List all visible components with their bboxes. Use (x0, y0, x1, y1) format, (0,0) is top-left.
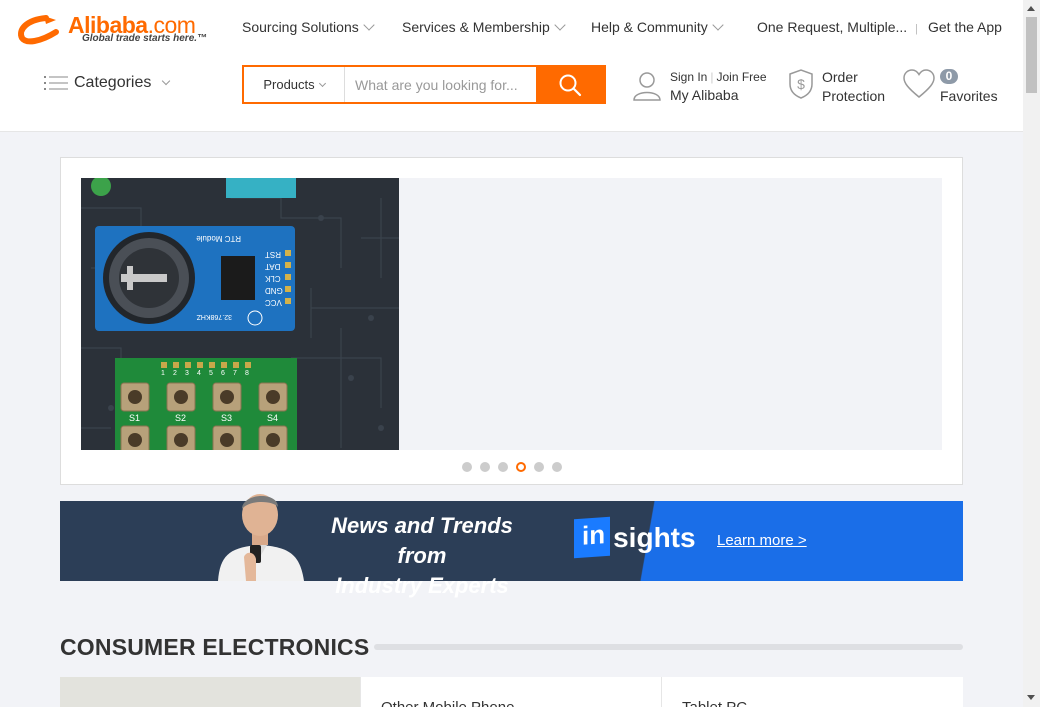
carousel-dot[interactable] (552, 462, 562, 472)
section-title: CONSUMER ELECTRONICS (60, 634, 370, 660)
slide-text-switch: S2 (175, 413, 186, 423)
nav-one-request[interactable]: One Request, Multiple... (757, 19, 907, 35)
alibaba-smile-icon (18, 15, 59, 45)
category-card[interactable]: Other Mobile Phone (361, 677, 662, 707)
nav-label: Get the App (928, 19, 1002, 35)
slide-text-rtc: RTC Module (196, 234, 241, 243)
slide-text-switch: S4 (267, 413, 278, 423)
order-protection-label: Order Protection (822, 68, 885, 106)
slide-text-num: 4 (197, 370, 201, 377)
alibaba-logo[interactable]: Alibaba.com Global trade starts here.™ (16, 12, 211, 48)
carousel-dot[interactable] (498, 462, 508, 472)
slide-text-num: 7 (233, 370, 237, 377)
carousel-slide-image[interactable]: RTC Module RST DAT CLK GND VCC 32.768KHZ… (81, 178, 399, 450)
nav-sourcing-solutions[interactable]: Sourcing Solutions (242, 19, 375, 35)
category-cards: Other Mobile Phone Tablet PC (60, 677, 963, 707)
site-header: Alibaba.com Global trade starts here.™ S… (0, 0, 1023, 132)
carousel-dot[interactable] (516, 462, 526, 472)
search-scope-dropdown[interactable]: Products (244, 67, 346, 102)
slide-text-pin: RST (265, 250, 281, 259)
order-protection[interactable]: $ Order Protection (786, 68, 885, 106)
nav-label: One Request, Multiple... (757, 19, 908, 35)
carousel-dot[interactable] (462, 462, 472, 472)
heart-icon (903, 69, 935, 98)
logo-tagline: Global trade starts here.™ (82, 33, 208, 44)
join-free-link[interactable]: Join Free (716, 70, 766, 84)
slide-text-num: 5 (209, 370, 213, 377)
slide-text-num: 6 (221, 370, 225, 377)
categories-menu[interactable]: Categories (44, 74, 171, 92)
nav-separator: | (915, 23, 918, 35)
slide-text-num: 3 (185, 370, 189, 377)
circuit-board-photo: RTC Module RST DAT CLK GND VCC 32.768KHZ… (81, 178, 399, 450)
my-alibaba-link[interactable]: My Alibaba (670, 87, 767, 103)
carousel-dot[interactable] (480, 462, 490, 472)
slide-text-switch: S3 (221, 413, 232, 423)
slide-text-pin: GND (265, 286, 283, 295)
slide-text-num: 1 (161, 370, 165, 377)
slide-text-switch: S1 (129, 413, 140, 423)
search-input[interactable] (345, 67, 537, 102)
vertical-scrollbar[interactable] (1023, 0, 1040, 707)
scroll-up-arrow-icon[interactable] (1027, 6, 1035, 11)
chevron-down-icon (318, 79, 326, 87)
account-block: Sign In | Join Free My Alibaba (632, 70, 767, 103)
search-scope-label: Products (263, 77, 315, 92)
search-icon (559, 74, 582, 96)
category-card-image[interactable] (60, 677, 361, 707)
nav-label: Services & Membership (402, 19, 550, 35)
slide-text-crystal: 32.768KHZ (196, 313, 232, 320)
insights-banner[interactable]: News and Trends from Industry Experts in… (60, 494, 963, 598)
order-label-line1: Order (822, 69, 858, 85)
nav-services-membership[interactable]: Services & Membership (402, 19, 566, 35)
account-links: Sign In | Join Free My Alibaba (670, 70, 767, 103)
slide-text-pin: CLK (264, 274, 280, 283)
favorites-label: Favorites (940, 88, 998, 104)
search-button[interactable] (536, 67, 604, 102)
chevron-down-icon (363, 19, 375, 31)
scroll-thumb[interactable] (1026, 17, 1037, 93)
insights-logo-text: sights (613, 521, 696, 553)
search-bar: Products (242, 65, 606, 104)
chevron-down-icon (712, 19, 724, 31)
favorites[interactable]: 0 Favorites (902, 68, 998, 105)
insights-logo: in sights (574, 516, 696, 559)
slide-text-num: 2 (173, 370, 177, 377)
carousel-dot[interactable] (534, 462, 544, 472)
slide-text-pin: VCC (265, 298, 282, 307)
svg-text:$: $ (797, 76, 805, 92)
chevron-down-icon (554, 19, 566, 31)
banner-headline-line2: Industry Experts (335, 573, 509, 598)
user-icon (633, 72, 661, 101)
nav-label: Help & Community (591, 19, 708, 35)
favorites-count-badge: 0 (940, 69, 958, 84)
hero-carousel: RTC Module RST DAT CLK GND VCC 32.768KHZ… (60, 157, 963, 485)
banner-headline: News and Trends from Industry Experts (312, 511, 532, 601)
sign-in-join: Sign In | Join Free (670, 70, 767, 84)
carousel-dots (462, 462, 570, 472)
learn-more-link[interactable]: Learn more > (717, 532, 807, 549)
nav-get-the-app[interactable]: Get the App (928, 19, 1002, 35)
banner-headline-line1: News and Trends from (331, 513, 513, 568)
list-menu-icon (44, 76, 68, 90)
nav-label: Sourcing Solutions (242, 19, 359, 35)
slide-text-pin: DAT (265, 262, 281, 271)
man-with-phone-image (218, 494, 304, 581)
scroll-down-arrow-icon[interactable] (1027, 695, 1035, 700)
category-card[interactable]: Tablet PC (662, 677, 963, 707)
nav-help-community[interactable]: Help & Community (591, 19, 724, 35)
account-divider: | (710, 70, 714, 84)
order-label-line2: Protection (822, 88, 886, 104)
carousel-slide-placeholder[interactable] (399, 178, 942, 450)
categories-label: Categories (74, 74, 152, 91)
section-divider (374, 644, 963, 650)
sign-in-link[interactable]: Sign In (670, 70, 707, 84)
chevron-down-icon (162, 76, 171, 86)
shield-dollar-icon: $ (789, 69, 813, 99)
slide-text-num: 8 (245, 370, 249, 377)
insights-logo-in: in (574, 516, 611, 559)
